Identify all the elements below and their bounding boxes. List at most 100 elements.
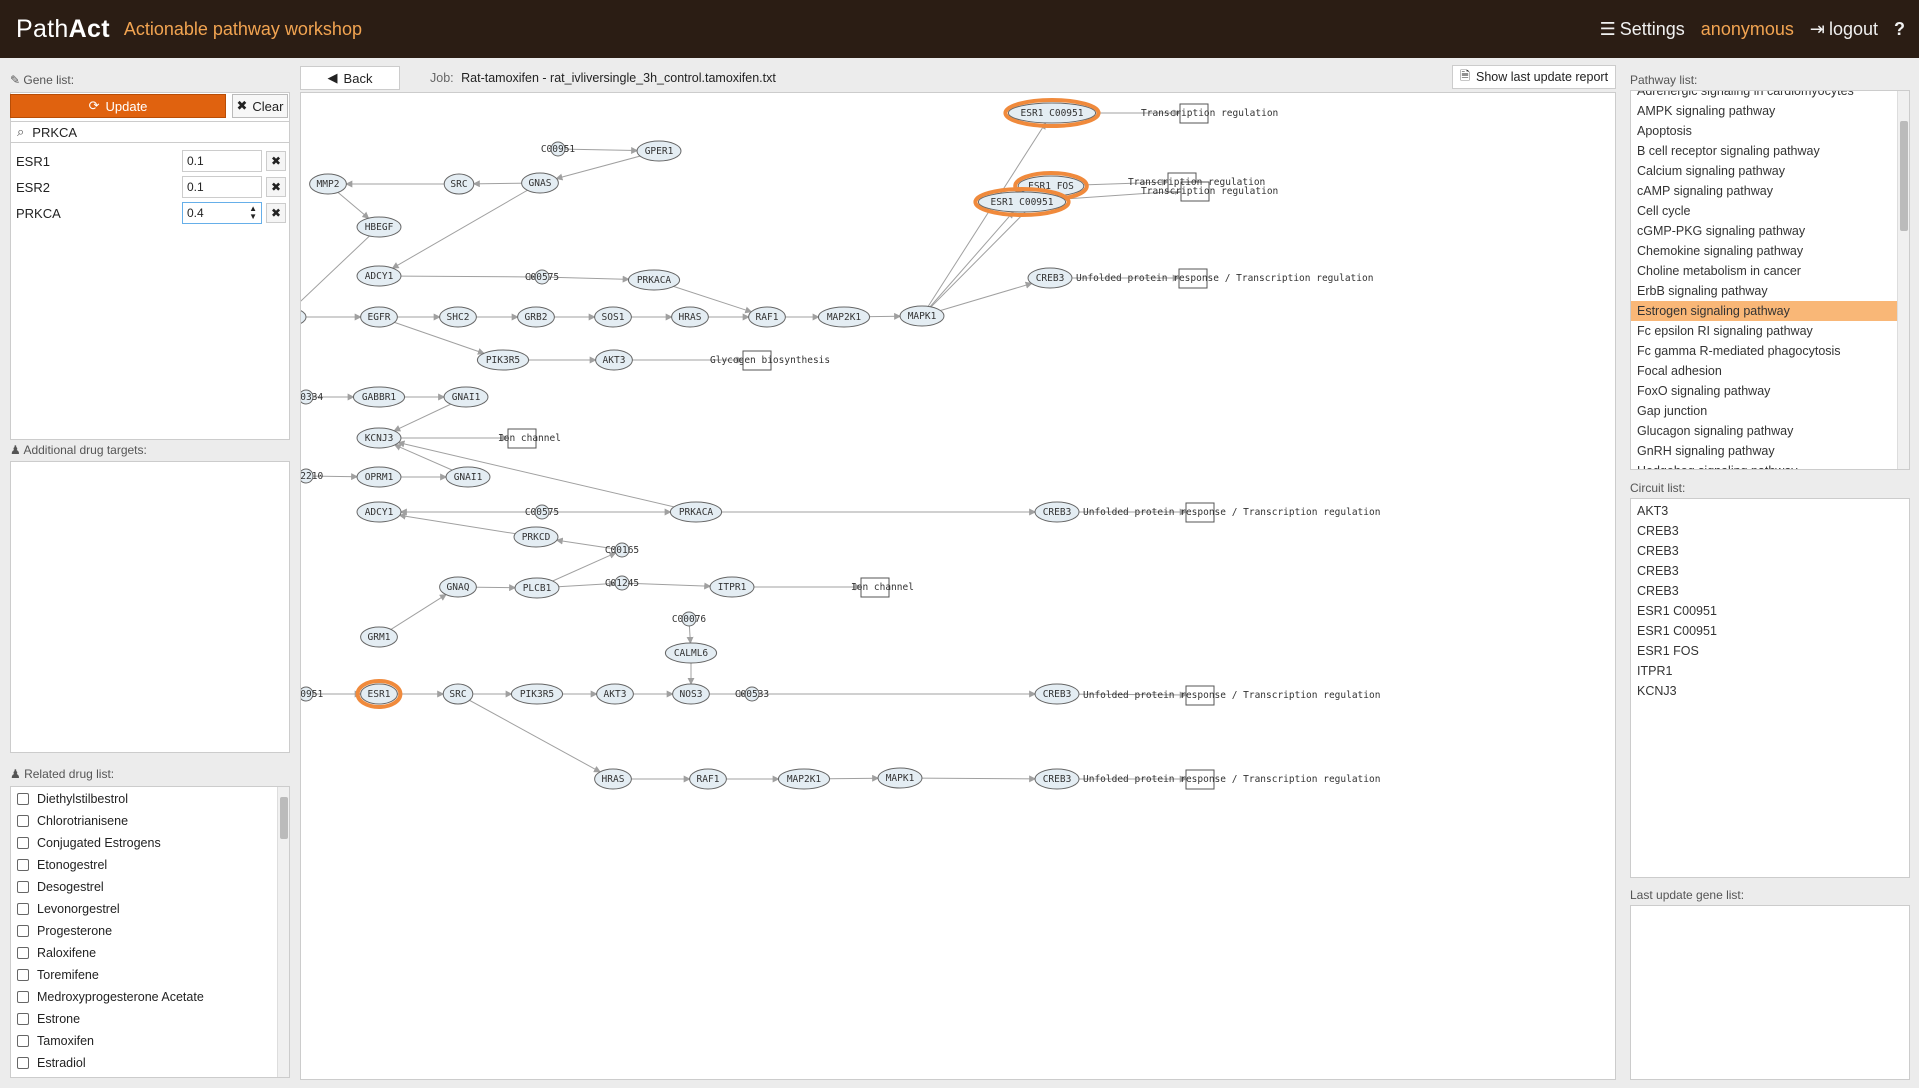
- pathway-item[interactable]: cAMP signaling pathway: [1631, 181, 1909, 201]
- gene-node[interactable]: MAPK1: [877, 767, 923, 789]
- gene-node[interactable]: SRC: [443, 173, 475, 195]
- remove-gene-button[interactable]: ✖: [266, 177, 286, 197]
- gene-node[interactable]: EGFR: [360, 306, 398, 328]
- gene-node[interactable]: CREB3: [1034, 768, 1080, 790]
- pathway-item[interactable]: Chemokine signaling pathway: [1631, 241, 1909, 261]
- pathway-item[interactable]: Fc epsilon RI signaling pathway: [1631, 321, 1909, 341]
- gene-node[interactable]: GRM1: [360, 626, 398, 648]
- pathway-item[interactable]: FoxO signaling pathway: [1631, 381, 1909, 401]
- pathway-item[interactable]: Focal adhesion: [1631, 361, 1909, 381]
- gene-value-input[interactable]: 0.4 ▲ ▼: [182, 202, 262, 224]
- gene-value-input[interactable]: 0.1: [182, 150, 262, 172]
- clear-button[interactable]: ✖ Clear: [232, 94, 288, 118]
- drug-checkbox[interactable]: [17, 881, 29, 893]
- drug-list-scrollbar[interactable]: [277, 787, 289, 1077]
- circuit-item[interactable]: CREB3: [1631, 521, 1909, 541]
- gene-node[interactable]: C02210: [301, 468, 323, 484]
- settings-link[interactable]: ☰ Settings: [1600, 19, 1685, 40]
- gene-node[interactable]: ESR1: [355, 679, 403, 709]
- gene-node[interactable]: GNAQ: [439, 576, 477, 598]
- drug-item[interactable]: Etonogestrel: [11, 854, 289, 876]
- remove-gene-button[interactable]: ✖: [266, 203, 286, 223]
- gene-node[interactable]: SRC: [442, 683, 474, 705]
- drug-item[interactable]: Conjugated Estrogens: [11, 832, 289, 854]
- gene-node[interactable]: MAP2K1: [777, 768, 831, 790]
- drug-item[interactable]: Estrone: [11, 1008, 289, 1030]
- gene-node[interactable]: CREB3: [1034, 683, 1080, 705]
- pathway-item[interactable]: GnRH signaling pathway: [1631, 441, 1909, 461]
- circuit-item[interactable]: AKT3: [1631, 501, 1909, 521]
- gene-node[interactable]: C00951: [301, 686, 323, 702]
- gene-node[interactable]: NOS3: [672, 683, 710, 705]
- gene-node[interactable]: HRAS: [594, 768, 632, 790]
- gene-node[interactable]: ESR1 C00951: [973, 187, 1071, 217]
- help-icon[interactable]: ?: [1894, 19, 1905, 40]
- gene-node[interactable]: OPRM1: [356, 466, 402, 488]
- gene-node[interactable]: PIK3R5: [510, 683, 564, 705]
- drug-item[interactable]: Tamoxifen: [11, 1030, 289, 1052]
- gene-node[interactable]: C01245: [605, 575, 639, 591]
- pathway-list-scrollbar[interactable]: [1897, 91, 1909, 469]
- gene-node[interactable]: C00575: [525, 504, 559, 520]
- pathway-item[interactable]: Adrenergic signaling in cardiomyocytes: [1631, 91, 1909, 101]
- spinner-icon[interactable]: ▲ ▼: [249, 205, 257, 221]
- gene-node[interactable]: RAF1: [748, 306, 786, 328]
- pathway-graph[interactable]: Transcription regulation Transcription re…: [300, 92, 1616, 1080]
- gene-node[interactable]: SOS1: [594, 306, 632, 328]
- drug-targets-box[interactable]: [10, 461, 290, 753]
- show-report-button[interactable]: 🗎 Show last update report: [1452, 65, 1616, 89]
- circuit-item[interactable]: ESR1 FOS: [1631, 641, 1909, 661]
- gene-node[interactable]: HBEGF: [356, 216, 402, 238]
- gene-value-input[interactable]: 0.1: [182, 176, 262, 198]
- circuit-item[interactable]: ESR1 C00951: [1631, 601, 1909, 621]
- drug-checkbox[interactable]: [17, 1057, 29, 1069]
- drug-checkbox[interactable]: [17, 991, 29, 1003]
- gene-node[interactable]: ADCY1: [356, 265, 402, 287]
- gene-node[interactable]: PIK3R5: [476, 349, 530, 371]
- pathway-item[interactable]: Estrogen signaling pathway: [1631, 301, 1909, 321]
- remove-gene-button[interactable]: ✖: [266, 151, 286, 171]
- drug-checkbox[interactable]: [17, 1035, 29, 1047]
- pathway-item[interactable]: cGMP-PKG signaling pathway: [1631, 221, 1909, 241]
- drug-item[interactable]: Progesterone: [11, 920, 289, 942]
- update-button[interactable]: ⟳ Update: [10, 94, 226, 118]
- gene-node[interactable]: AKT3: [596, 683, 634, 705]
- drug-checkbox[interactable]: [17, 837, 29, 849]
- pathway-item[interactable]: B cell receptor signaling pathway: [1631, 141, 1909, 161]
- pathway-item[interactable]: Choline metabolism in cancer: [1631, 261, 1909, 281]
- drug-item[interactable]: Desogestrel: [11, 876, 289, 898]
- drug-item[interactable]: Medroxyprogesterone Acetate: [11, 986, 289, 1008]
- gene-node[interactable]: PLCB1: [514, 577, 560, 599]
- gene-node[interactable]: CREB3: [1034, 501, 1080, 523]
- gene-node[interactable]: MAP2K1: [817, 306, 871, 328]
- drug-checkbox[interactable]: [17, 859, 29, 871]
- gene-node[interactable]: HRAS: [671, 306, 709, 328]
- gene-node[interactable]: GNAI1: [445, 466, 491, 488]
- gene-node[interactable]: C00076: [672, 611, 707, 627]
- pathway-item[interactable]: Glucagon signaling pathway: [1631, 421, 1909, 441]
- scrollbar-thumb[interactable]: [1900, 121, 1908, 231]
- gene-node[interactable]: C00575: [525, 269, 559, 285]
- gene-node[interactable]: ITPR1: [709, 576, 755, 598]
- gene-node[interactable]: C00165: [605, 542, 639, 558]
- drug-item[interactable]: Estradiol: [11, 1052, 289, 1074]
- user-name[interactable]: anonymous: [1701, 19, 1794, 40]
- drug-checkbox[interactable]: [17, 947, 29, 959]
- pathway-item[interactable]: Fc gamma R-mediated phagocytosis: [1631, 341, 1909, 361]
- pathway-item[interactable]: AMPK signaling pathway: [1631, 101, 1909, 121]
- circuit-item[interactable]: ITPR1: [1631, 661, 1909, 681]
- gene-node[interactable]: PRKACA: [669, 501, 723, 523]
- gene-node[interactable]: ADCY1: [356, 501, 402, 523]
- gene-node[interactable]: GABBR1: [352, 386, 406, 408]
- gene-node[interactable]: RAF1: [689, 768, 727, 790]
- gene-node[interactable]: GRB2: [517, 306, 555, 328]
- drug-item[interactable]: Raloxifene: [11, 942, 289, 964]
- drug-checkbox[interactable]: [17, 1013, 29, 1025]
- gene-node[interactable]: SHC2: [439, 306, 477, 328]
- pathway-graph-svg[interactable]: Transcription regulation Transcription re…: [301, 93, 1616, 1080]
- gene-node[interactable]: PRKACA: [627, 269, 681, 291]
- pathway-item[interactable]: Gap junction: [1631, 401, 1909, 421]
- gene-node[interactable]: C00334: [301, 389, 323, 405]
- gene-node[interactable]: C00533: [735, 686, 769, 702]
- drug-checkbox[interactable]: [17, 793, 29, 805]
